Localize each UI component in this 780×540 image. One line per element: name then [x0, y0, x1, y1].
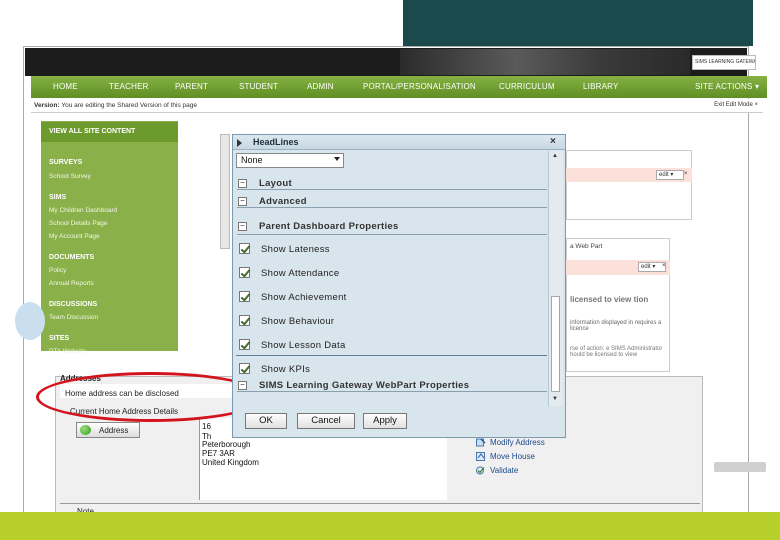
address-line-5: United Kingdom: [202, 458, 259, 467]
sidebar-item-team-discussion[interactable]: Team Discussion: [49, 314, 98, 321]
dialog-title: HeadLines: [253, 137, 299, 147]
exit-edit-mode-link[interactable]: Exit Edit Mode ×: [714, 102, 758, 108]
top-banner: [403, 0, 753, 46]
collapse-arrow-icon[interactable]: [237, 139, 242, 147]
nav-curriculum[interactable]: CURRICULUM: [499, 82, 555, 91]
address-line-3: Peterborough: [202, 440, 251, 449]
headlines-select[interactable]: None: [236, 153, 344, 168]
sidebar-item-my-account[interactable]: My Account Page: [49, 233, 100, 240]
nav-library[interactable]: LIBRARY: [583, 82, 619, 91]
sidebar-heading-discussions[interactable]: DISCUSSIONS: [49, 301, 97, 308]
site-logo: SIMS LEARNING GATEWAY: [692, 55, 756, 70]
nav-portal[interactable]: PORTAL/PERSONALISATION: [363, 82, 476, 91]
dialog-close-icon[interactable]: ×: [550, 136, 556, 147]
section-parent-dashboard-label[interactable]: Parent Dashboard Properties: [259, 221, 399, 232]
page-scrollbar[interactable]: [220, 134, 230, 249]
scroll-up-icon[interactable]: ▲: [552, 153, 558, 159]
ok-button[interactable]: OK: [245, 413, 287, 429]
licence-warning-note: rse of action: e SIMS Administrator houl…: [570, 346, 663, 358]
bottom-green-bar: [0, 512, 780, 540]
address-line-4: PE7 3AR: [202, 449, 235, 458]
show-achievement-checkbox[interactable]: [239, 291, 250, 302]
sidebar-heading-sites[interactable]: SITES: [49, 335, 69, 342]
sidebar-item-pta-website[interactable]: PTA Website: [49, 348, 86, 355]
show-behaviour-label: Show Behaviour: [261, 316, 335, 327]
note-divider: [60, 503, 700, 504]
header-photo: [400, 49, 690, 75]
show-kpis-label: Show KPIs: [261, 364, 311, 375]
version-label: Version:: [34, 102, 60, 109]
sidebar-heading-documents[interactable]: DOCUMENTS: [49, 254, 94, 261]
show-lateness-label: Show Lateness: [261, 244, 330, 255]
web-part-close-icon[interactable]: ×: [684, 171, 688, 177]
sidebar-item-school-details[interactable]: School Details Page: [49, 220, 108, 227]
move-house-link[interactable]: Move House: [490, 452, 535, 461]
decorative-blob: [15, 302, 45, 340]
show-lesson-data-label: Show Lesson Data: [261, 340, 346, 351]
select-dropdown-icon[interactable]: [334, 157, 340, 161]
section-advanced-label[interactable]: Advanced: [259, 196, 307, 207]
top-nav: HOME TEACHER PARENT STUDENT ADMIN PORTAL…: [31, 76, 767, 98]
web-part-label: a Web Part: [570, 243, 603, 250]
sidebar-item-annual-reports[interactable]: Annual Reports: [49, 280, 94, 287]
show-attendance-label: Show Attendance: [261, 268, 340, 279]
validate-link[interactable]: Validate: [490, 466, 518, 475]
nav-teacher[interactable]: TEACHER: [109, 82, 149, 91]
licence-warning-title: licensed to view tion: [570, 295, 649, 304]
section-divider: [237, 234, 547, 235]
web-part-panel: [566, 150, 692, 220]
section-advanced-toggle[interactable]: −: [238, 197, 247, 206]
sidebar-item-my-children-dashboard[interactable]: My Children Dashboard: [49, 207, 117, 214]
validate-icon: [476, 466, 485, 475]
scrollbar-thumb[interactable]: [551, 296, 560, 392]
show-achievement-label: Show Achievement: [261, 292, 347, 303]
scroll-down-icon[interactable]: ▼: [552, 396, 558, 402]
nav-home[interactable]: HOME: [53, 82, 78, 91]
nav-student[interactable]: STUDENT: [239, 82, 278, 91]
site-actions-menu[interactable]: SITE ACTIONS ▾: [695, 82, 759, 91]
modify-address-link[interactable]: Modify Address: [490, 438, 545, 447]
licence-warning-body: information displayed in requires a lice…: [570, 320, 662, 332]
section-layout-toggle[interactable]: −: [238, 179, 247, 188]
address-line-1: 16: [202, 422, 211, 431]
show-lesson-data-checkbox[interactable]: [239, 339, 250, 350]
sidebar-heading-sims[interactable]: SIMS: [49, 194, 66, 201]
show-lateness-checkbox[interactable]: [239, 243, 250, 254]
view-all-site-content[interactable]: VIEW ALL SITE CONTENT: [41, 122, 178, 142]
apply-button[interactable]: Apply: [363, 413, 407, 429]
green-dot-icon: [80, 425, 91, 435]
show-behaviour-checkbox[interactable]: [239, 315, 250, 326]
vendor-logo: [714, 462, 766, 472]
section-parent-dashboard-toggle[interactable]: −: [238, 222, 247, 231]
focus-separator: [236, 355, 547, 356]
section-slg-webpart-label[interactable]: SIMS Learning Gateway WebPart Properties: [259, 380, 469, 391]
sidebar-heading-surveys[interactable]: SURVEYS: [49, 159, 82, 166]
sidebar-item-school-survey[interactable]: School Survey: [49, 173, 91, 180]
section-layout-label[interactable]: Layout: [259, 178, 292, 189]
section-slg-webpart-toggle[interactable]: −: [238, 381, 247, 390]
sidebar-item-policy[interactable]: Policy: [49, 267, 66, 274]
move-house-icon: [476, 452, 485, 461]
cancel-button[interactable]: Cancel: [297, 413, 355, 429]
modify-address-icon: [476, 438, 486, 447]
version-text: You are editing the Shared Version of th…: [61, 102, 197, 109]
nav-parent[interactable]: PARENT: [175, 82, 208, 91]
show-attendance-checkbox[interactable]: [239, 267, 250, 278]
show-kpis-checkbox[interactable]: [239, 363, 250, 374]
dialog-title-bar: HeadLines: [233, 135, 565, 150]
web-part-edit-menu[interactable]: edit ▾: [656, 170, 684, 180]
version-bar: Version: You are editing the Shared Vers…: [31, 99, 763, 113]
nav-admin[interactable]: ADMIN: [307, 82, 334, 91]
web-part-close-icon-2[interactable]: ×: [662, 263, 666, 269]
